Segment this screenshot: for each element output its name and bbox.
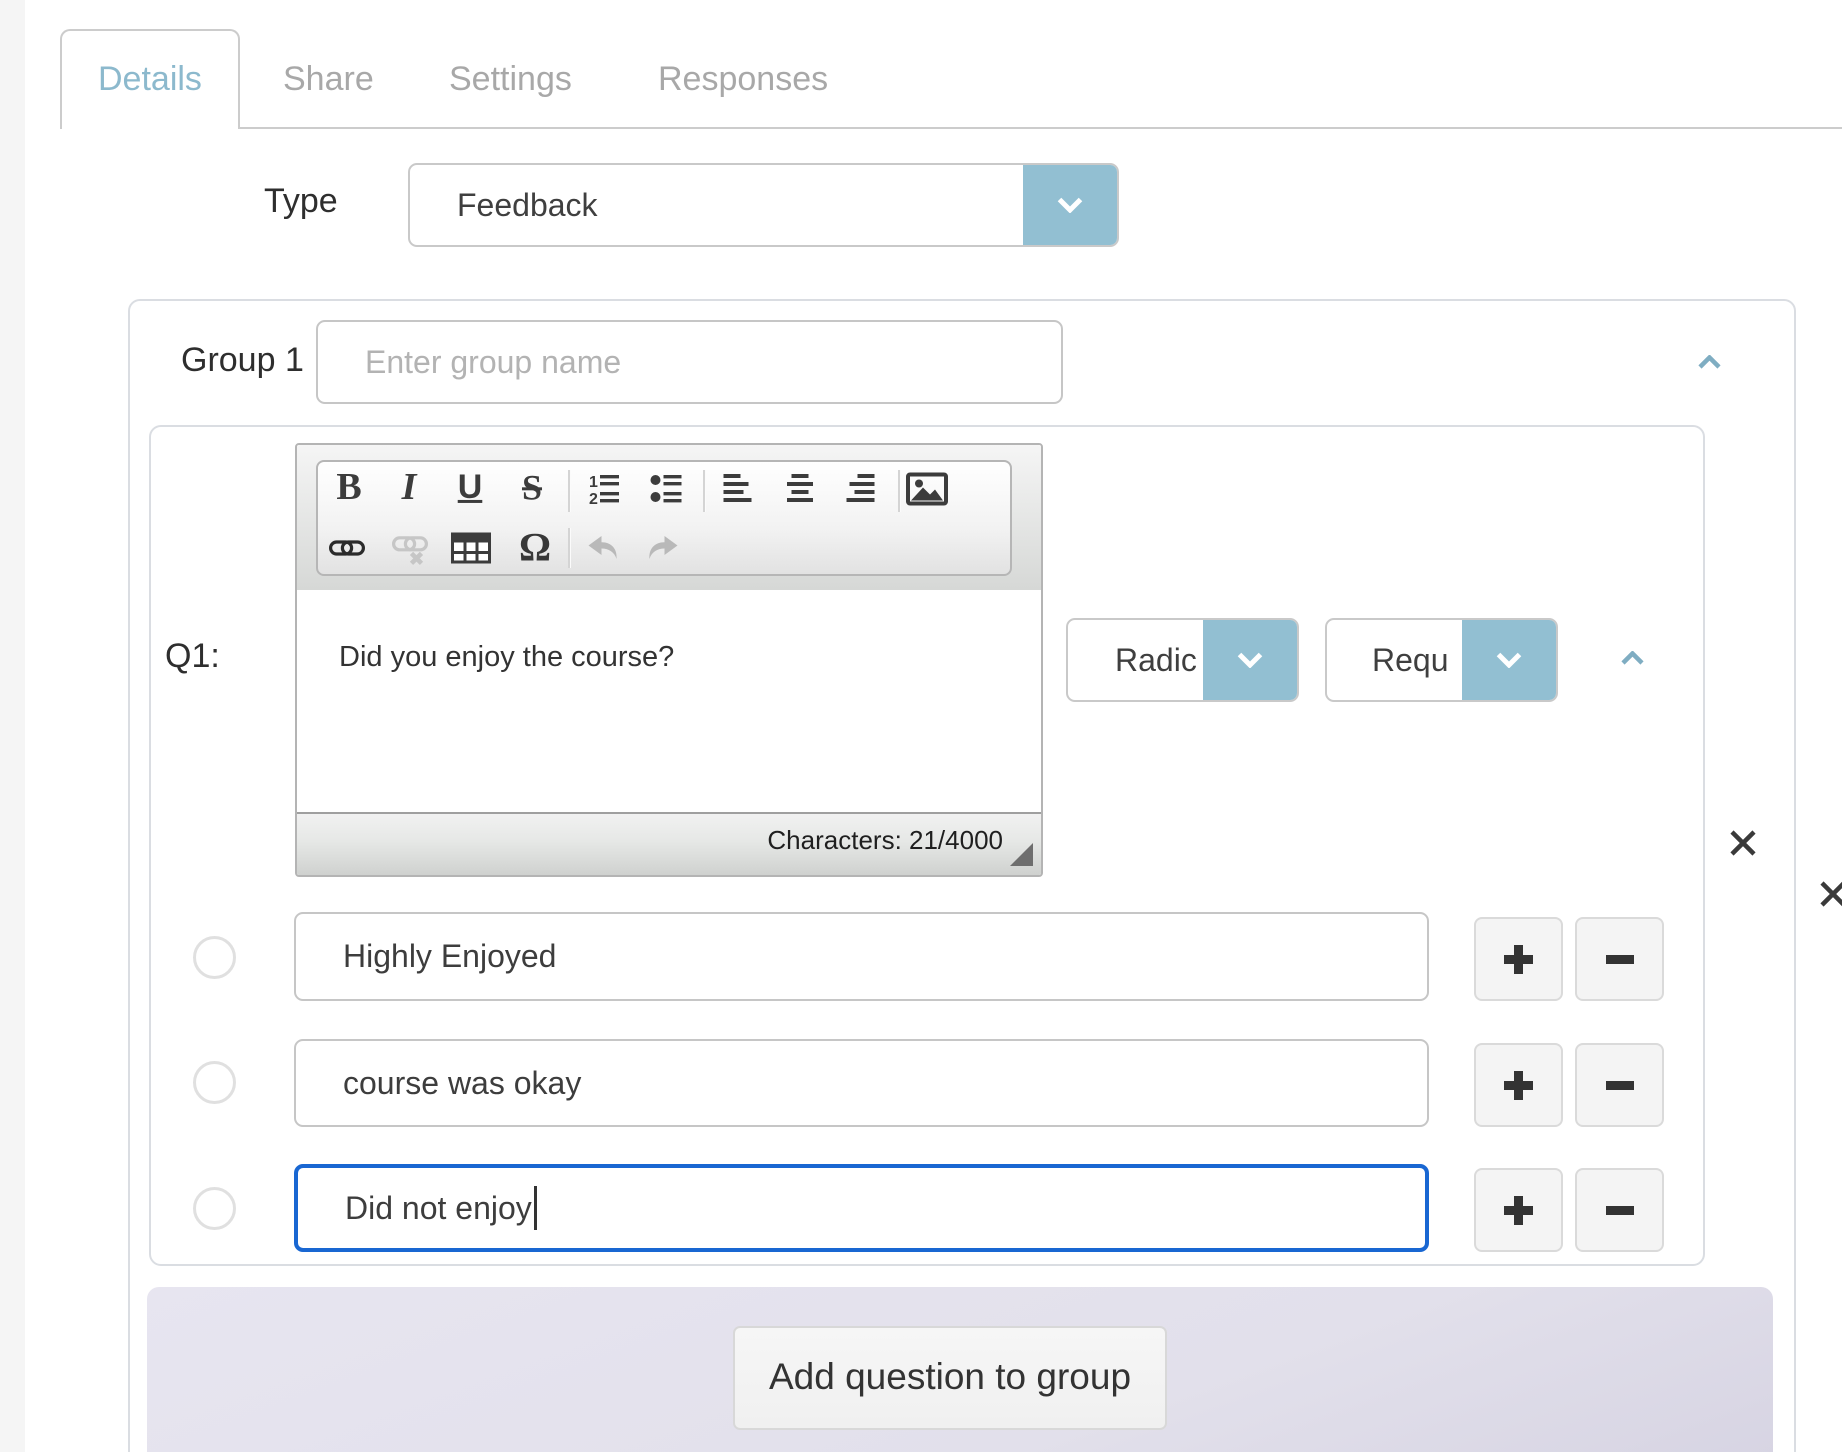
svg-text:2: 2 [589, 491, 598, 504]
svg-text:1: 1 [589, 474, 598, 491]
